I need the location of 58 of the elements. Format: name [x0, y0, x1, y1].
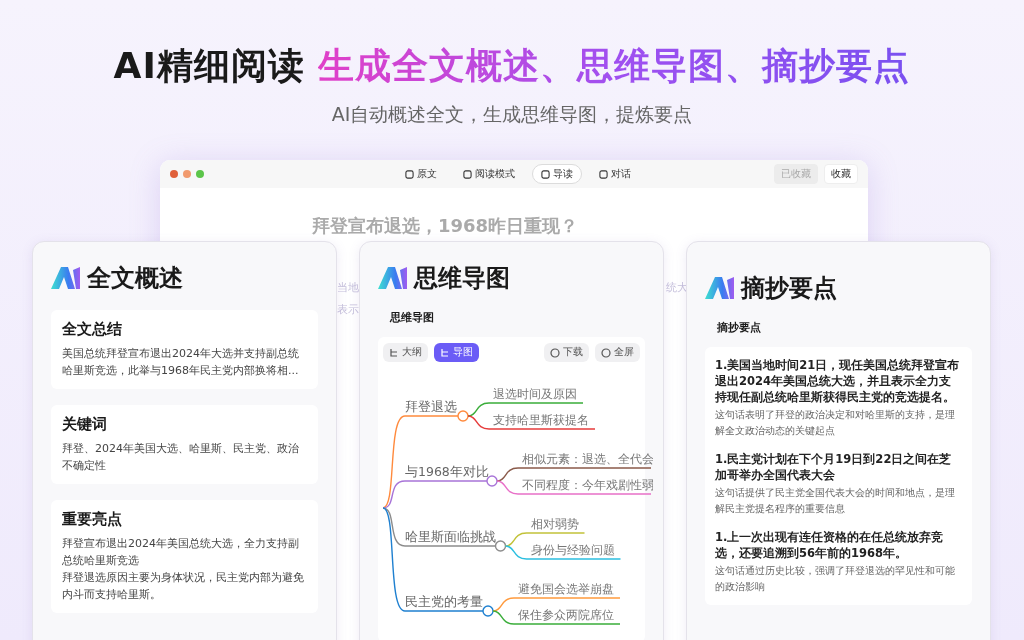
action-icon	[601, 347, 611, 358]
view-toggle[interactable]: 大纲	[383, 343, 428, 362]
node-label: 相似元素：退选、全代会	[522, 452, 653, 466]
close-button[interactable]	[170, 170, 178, 178]
tab-icon	[541, 169, 550, 179]
logo-icon	[51, 267, 81, 289]
card-title: 摘抄要点	[741, 273, 837, 304]
section-heading: 全文总结	[62, 320, 123, 339]
toolbar-button[interactable]: 全屏	[595, 343, 640, 362]
excerpt-quote: 1.美国当地时间21日，现任美国总统拜登宣布退出2024年美国总统大选，并且表示全力支持现任副总统哈里斯获得民主党的竞选提名。	[715, 357, 961, 405]
tab[interactable]: 原文	[396, 164, 446, 184]
section-label: 思维导图	[390, 310, 435, 325]
logo-icon	[705, 277, 735, 299]
logo-icon	[378, 267, 408, 289]
article-title: 拜登宣布退选，1968昨日重现？	[312, 214, 580, 238]
section-label: 摘抄要点	[717, 320, 762, 335]
tab-icon	[463, 169, 472, 179]
section-heading: 重要亮点	[62, 510, 123, 529]
tree-icon	[440, 347, 450, 358]
section-text: 拜登宣布退出2024年美国总统大选，全力支持副总统哈里斯竞选	[62, 536, 300, 569]
tab[interactable]: 对话	[590, 164, 640, 184]
excerpt-note: 这句话通过历史比较，强调了拜登退选的罕见性和可能的政治影响	[715, 564, 956, 594]
node-label: 不同程度：今年戏剧性弱	[522, 478, 653, 492]
section-heading: 关键词	[62, 415, 108, 434]
node-label: 退选时间及原因	[493, 387, 577, 401]
node-label: 与1968年对比	[405, 464, 489, 479]
node-label: 相对弱势	[530, 517, 579, 531]
excerpt-quote: 1.上一次出现有连任资格的在任总统放弃竞选，还要追溯到56年前的1968年。	[715, 529, 945, 561]
tab[interactable]: 阅读模式	[454, 164, 524, 184]
tab-icon	[405, 169, 414, 179]
node-label: 保住参众两院席位	[518, 608, 614, 622]
section-text: 拜登、2024年美国大选、哈里斯、民主党、政治不确定性	[62, 441, 300, 474]
minimize-button[interactable]	[183, 170, 191, 178]
node-label: 支持哈里斯获提名	[493, 413, 589, 427]
section-text: 拜登退选原因主要为身体状况，民主党内部为避免内斗而支持哈里斯。	[62, 570, 305, 603]
tab[interactable]: 导读	[532, 164, 582, 184]
node-label: 民主党的考量	[405, 594, 483, 609]
node-label: 哈里斯面临挑战	[405, 529, 496, 544]
node-circle	[494, 540, 507, 552]
maximize-button[interactable]	[196, 170, 204, 178]
node-label: 拜登退选	[405, 399, 457, 414]
node-circle	[482, 605, 494, 617]
tab-icon	[599, 169, 608, 179]
bookmark-button[interactable]: 收藏	[824, 164, 858, 184]
view-toggle[interactable]: 导图	[434, 343, 479, 362]
node-label: 身份与经验问题	[530, 543, 615, 557]
subtitle: AI自动概述全文，生成思维导图，提炼要点	[330, 102, 694, 127]
tree-icon	[389, 347, 399, 358]
action-icon	[550, 347, 560, 358]
section-text: 美国总统拜登宣布退出2024年大选并支持副总统哈里斯竞选，此举与1968年民主党内部换将相...	[62, 346, 300, 379]
node-label: 避免国会选举崩盘	[518, 582, 614, 596]
node-circle	[457, 410, 469, 422]
card-title: 全文概述	[87, 263, 183, 294]
card-title: 思维导图	[414, 263, 510, 294]
excerpt-note: 这句话提供了民主党全国代表大会的时间和地点，是理解民主党提名程序的重要信息	[715, 486, 956, 516]
excerpt-note: 这句话表明了拜登的政治决定和对哈里斯的支持，是理解全文政治动态的关键起点	[715, 408, 956, 438]
toolbar-button[interactable]: 下载	[544, 343, 589, 362]
excerpt-quote: 1.民主党计划在下个月19日到22日之间在芝加哥举办全国代表大会	[715, 451, 953, 483]
